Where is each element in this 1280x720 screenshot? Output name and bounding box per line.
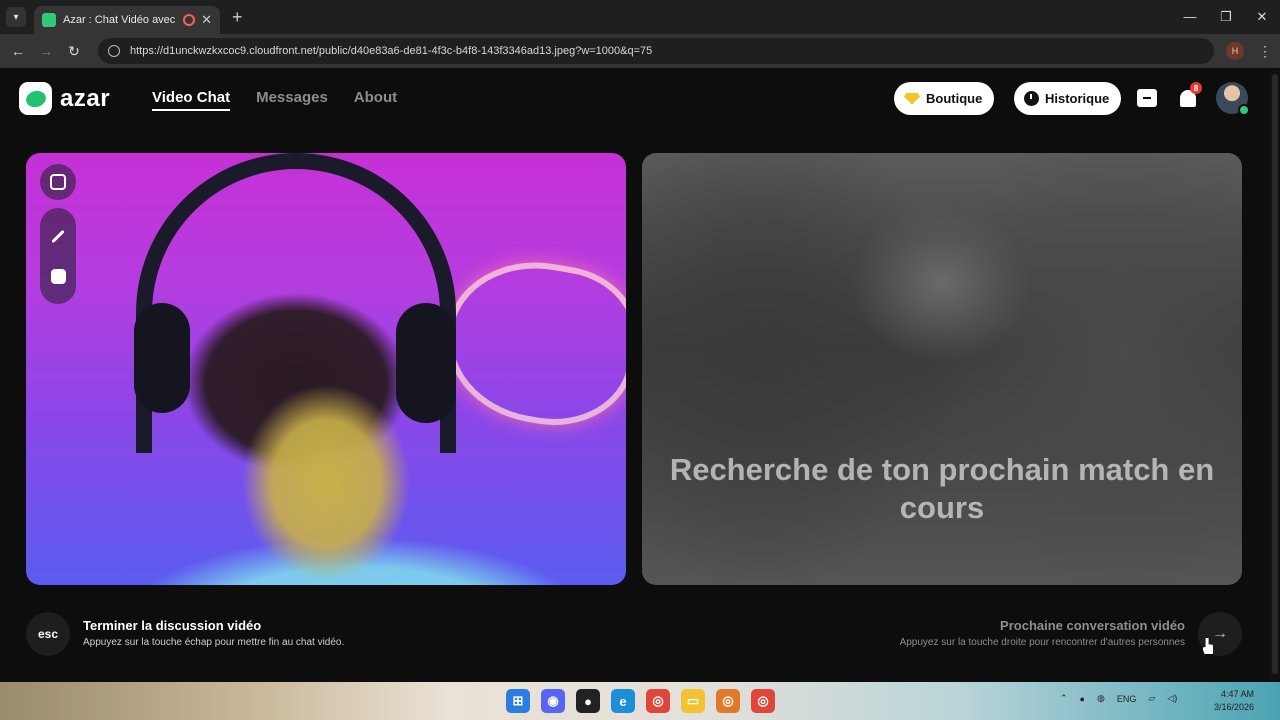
network-status-icon[interactable]: ◍ [1097,693,1105,704]
wifi-icon[interactable]: ▱ [1148,693,1155,704]
next-chat-subtitle: Appuyez sur la touche droite pour rencon… [899,637,1185,648]
video-tools [40,164,76,304]
archive-box-icon [1137,89,1157,107]
system-tray: ⌃ ● ◍ ENG ▱ ◁) [1060,693,1177,704]
tray-chevron-icon[interactable]: ⌃ [1060,693,1068,704]
app-header: azar Video Chat Messages About Boutique … [0,70,1280,126]
chat-controls: esc Terminer la discussion vidéo Appuyez… [0,600,1280,680]
neon-light-decoration [433,247,626,439]
local-video-feed [26,153,626,585]
effects-group [40,208,76,304]
reload-icon[interactable]: ↻ [60,43,88,60]
chrome-profile-icon[interactable]: ◎ [751,689,775,713]
close-window-button[interactable]: ✕ [1244,9,1280,25]
page-scrollbar[interactable] [1270,70,1280,680]
next-chat-title: Prochaine conversation vidéo [1000,618,1185,633]
close-tab-icon[interactable]: ✕ [201,12,212,28]
browser-address-bar: ← → ↻ https://d1unckwzkxcoc9.cloudfront.… [0,34,1280,68]
online-status-dot [1238,104,1250,116]
tab-title: Azar : Chat Vidéo avec de n [63,14,177,26]
end-chat-button[interactable]: esc [26,612,70,656]
nav-about[interactable]: About [354,89,397,111]
searching-status-text: Recherche de ton prochain match en cours [669,452,1215,525]
windows-start-icon[interactable]: ⊞ [506,689,530,713]
logo-text: azar [60,84,111,112]
shop-label: Boutique [926,91,983,106]
browser-tab-bar: ▾ Azar : Chat Vidéo avec de n ✕ + — ❐ ✕ [0,0,1280,34]
url-text: https://d1unckwzkxcoc9.cloudfront.net/pu… [130,45,653,57]
edge-icon[interactable]: e [611,689,635,713]
clock-date: 3/16/2026 [1214,702,1255,712]
azar-favicon-icon [42,13,56,27]
headset-earcup-right [396,303,456,423]
history-button[interactable]: Historique [1014,82,1122,115]
chrome-icon[interactable]: ◎ [646,689,670,713]
user-avatar[interactable] [1216,82,1250,116]
remote-video-placeholder: Recherche de ton prochain match en cours [642,153,1242,585]
azar-logo-icon [19,82,52,115]
clock-time: 4:47 AM [1221,689,1255,699]
back-arrow-icon[interactable]: ← [4,43,32,59]
end-chat-title: Terminer la discussion vidéo [83,618,262,633]
headset-earcup-left [134,303,190,413]
site-info-icon[interactable] [108,45,120,57]
inbox-button[interactable] [1134,85,1160,111]
volume-icon[interactable]: ◁) [1167,693,1177,704]
effects-button[interactable] [40,218,76,254]
main-nav: Video Chat Messages About [152,89,397,111]
face-filter-button[interactable] [40,258,76,294]
recording-indicator-icon [183,14,196,26]
minimize-button[interactable]: — [1172,9,1208,25]
shop-button[interactable]: Boutique [894,82,995,115]
browser-tab-azar[interactable]: Azar : Chat Vidéo avec de n ✕ [34,6,220,34]
discord-icon[interactable]: ◉ [541,689,565,713]
browser-menu-icon[interactable]: ⋮ [1258,43,1272,60]
app-icon[interactable]: ● [576,689,600,713]
history-label: Historique [1045,91,1110,106]
language-indicator[interactable]: ENG [1117,694,1137,704]
forward-arrow-icon[interactable]: → [32,43,60,59]
clock-icon [1024,91,1039,106]
microphone-icon[interactable]: ● [1080,694,1085,704]
chrome-canary-icon[interactable]: ◎ [716,689,740,713]
gem-icon [904,92,920,105]
notification-badge: 8 [1190,82,1202,94]
system-clock[interactable]: 4:47 AM 3/16/2026 [1214,688,1254,714]
shrink-icon [50,174,66,190]
taskbar-apps: ⊞ ◉ ● e ◎ ▭ ◎ ◎ [506,689,775,713]
end-chat-subtitle: Appuyez sur la touche échap pour mettre … [83,637,345,648]
maximize-button[interactable]: ❐ [1208,9,1244,25]
magic-wand-icon [51,229,65,243]
profile-avatar[interactable]: H [1226,42,1244,60]
nav-messages[interactable]: Messages [256,89,328,111]
tab-search-button[interactable]: ▾ [6,7,26,27]
new-tab-button[interactable]: + [232,7,243,28]
minimize-video-button[interactable] [40,164,76,200]
window-controls: — ❐ ✕ [1172,9,1280,25]
smiley-icon [50,268,66,284]
nav-video-chat[interactable]: Video Chat [152,89,231,111]
windows-taskbar: ⊞ ◉ ● e ◎ ▭ ◎ ◎ ⌃ ● ◍ ENG ▱ ◁) 4:47 AM 3… [0,682,1280,720]
file-explorer-icon[interactable]: ▭ [681,689,705,713]
url-input[interactable]: https://d1unckwzkxcoc9.cloudfront.net/pu… [98,38,1214,64]
azar-logo[interactable]: azar [19,82,110,115]
